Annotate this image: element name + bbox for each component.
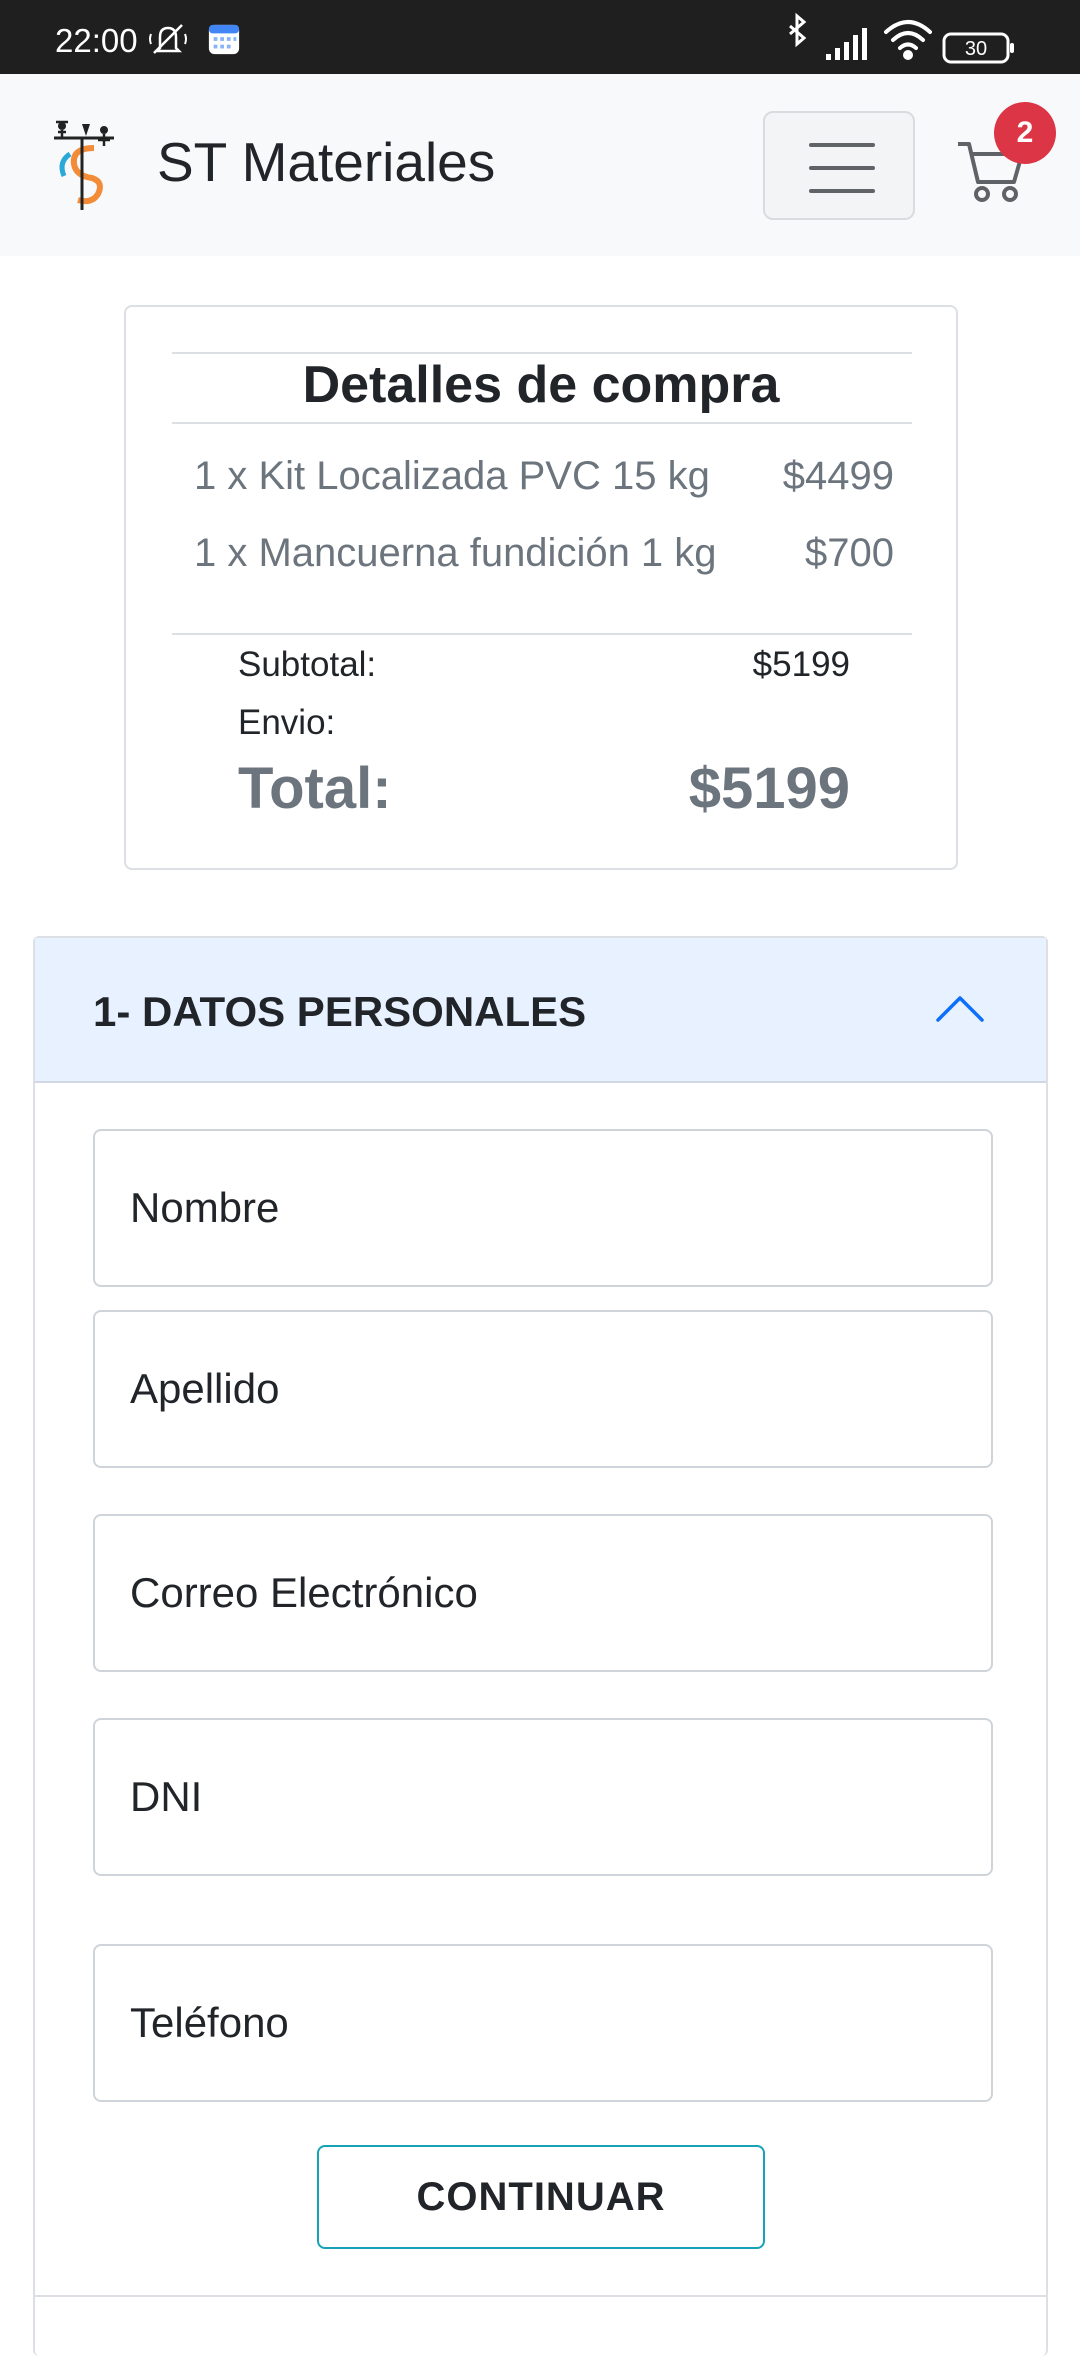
total-row: Total: $5199 <box>238 755 850 822</box>
divider <box>35 2295 1046 2297</box>
shipping-row: Envio: <box>238 703 850 743</box>
divider <box>172 633 912 635</box>
total-value: $5199 <box>688 756 850 821</box>
summary-item: 1 x Kit Localizada PVC 15 kg $4499 <box>194 454 894 499</box>
continue-button[interactable]: CONTINUAR <box>317 2145 765 2249</box>
signal-icon <box>826 28 867 60</box>
wifi-icon <box>884 20 932 60</box>
subtotal-value: $5199 <box>752 645 850 684</box>
cart-count-badge[interactable]: 2 <box>994 102 1056 164</box>
dni-field <box>93 1718 993 1876</box>
email-field <box>93 1514 993 1672</box>
hamburger-bar <box>809 189 875 193</box>
st-materiales-logo-icon[interactable] <box>48 118 120 210</box>
status-right-icons: 30 <box>789 12 1014 64</box>
shipping-label: Envio: <box>238 703 336 742</box>
chevron-up-icon <box>936 996 984 1022</box>
status-bar: 22:00 30 <box>0 0 1080 74</box>
menu-toggle-button[interactable] <box>763 111 915 220</box>
divider <box>172 352 912 354</box>
subtotal-label: Subtotal: <box>238 645 377 684</box>
accordion-title: 1- DATOS PERSONALES <box>93 988 587 1035</box>
summary-title: Detalles de compra <box>302 356 780 414</box>
nombre-input[interactable] <box>95 1131 991 1285</box>
calendar-icon <box>208 24 240 55</box>
telefono-input[interactable] <box>95 1946 991 2100</box>
bluetooth-icon <box>789 12 807 48</box>
total-label: Total: <box>238 756 392 821</box>
battery-icon: 30 <box>942 32 1014 64</box>
nombre-field <box>93 1129 993 1287</box>
silent-mode-icon <box>149 24 187 54</box>
summary-item: 1 x Mancuerna fundición 1 kg $700 <box>194 531 894 576</box>
brand-name[interactable]: ST Materiales <box>157 130 495 194</box>
item-price: $4499 <box>782 454 894 498</box>
subtotal-row: Subtotal: $5199 <box>238 645 850 685</box>
item-label: 1 x Mancuerna fundición 1 kg <box>194 531 717 575</box>
apellido-input[interactable] <box>95 1312 991 1466</box>
item-price: $700 <box>805 531 894 575</box>
status-time: 22:00 <box>55 22 138 59</box>
battery-level: 30 <box>965 38 987 60</box>
navbar: ST Materiales 2 <box>0 74 1080 256</box>
apellido-field <box>93 1310 993 1468</box>
hamburger-menu-icon <box>809 143 875 147</box>
dni-input[interactable] <box>95 1720 991 1874</box>
purchase-summary-card: Detalles de compra 1 x Kit Localizada PV… <box>124 305 958 870</box>
telefono-field <box>93 1944 993 2102</box>
item-label: 1 x Kit Localizada PVC 15 kg <box>194 454 710 498</box>
email-input[interactable] <box>95 1516 991 1670</box>
personal-data-accordion: 1- DATOS PERSONALES CONTINUAR <box>33 936 1048 2356</box>
accordion-header-personal-data[interactable]: 1- DATOS PERSONALES <box>35 938 1046 1083</box>
divider <box>172 422 912 424</box>
hamburger-bar <box>809 166 875 170</box>
